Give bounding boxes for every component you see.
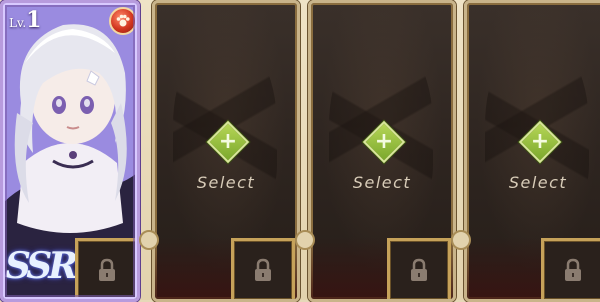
lock-icon: [411, 258, 427, 281]
party-slot-empty[interactable]: + Select: [152, 0, 300, 302]
equipment-lock-slot[interactable]: [231, 238, 295, 299]
select-label: Select: [352, 173, 412, 192]
equipment-lock-slot[interactable]: [75, 238, 137, 299]
plus-icon: +: [530, 129, 550, 154]
party-slot-empty[interactable]: + Select: [308, 0, 456, 302]
select-label: Select: [508, 173, 568, 192]
character-card-filled[interactable]: Lv.1 SSR: [0, 0, 140, 302]
lock-icon: [255, 258, 271, 281]
frame-ornament-icon: [139, 230, 159, 250]
add-character-button[interactable]: +: [518, 120, 562, 164]
paw-element-icon: [109, 7, 137, 35]
add-character-button[interactable]: +: [362, 120, 406, 164]
equipment-lock-slot[interactable]: [541, 238, 600, 299]
level-prefix: Lv.: [9, 16, 27, 30]
frame-ornament-icon: [451, 230, 471, 250]
equipment-lock-slot[interactable]: [387, 238, 451, 299]
lock-icon: [565, 258, 581, 281]
select-label: Select: [196, 173, 256, 192]
rarity-badge: SSR: [5, 245, 78, 287]
add-character-button[interactable]: +: [206, 120, 250, 164]
level-value: 1: [26, 7, 42, 33]
character-level: Lv.1: [9, 7, 41, 33]
party-slot-empty[interactable]: + Select: [464, 0, 600, 302]
lock-icon: [99, 258, 115, 281]
plus-icon: +: [218, 129, 238, 154]
party-formation-panel: Lv.1 SSR + Select + Select + Select: [0, 0, 600, 302]
frame-ornament-icon: [295, 230, 315, 250]
plus-icon: +: [374, 129, 394, 154]
